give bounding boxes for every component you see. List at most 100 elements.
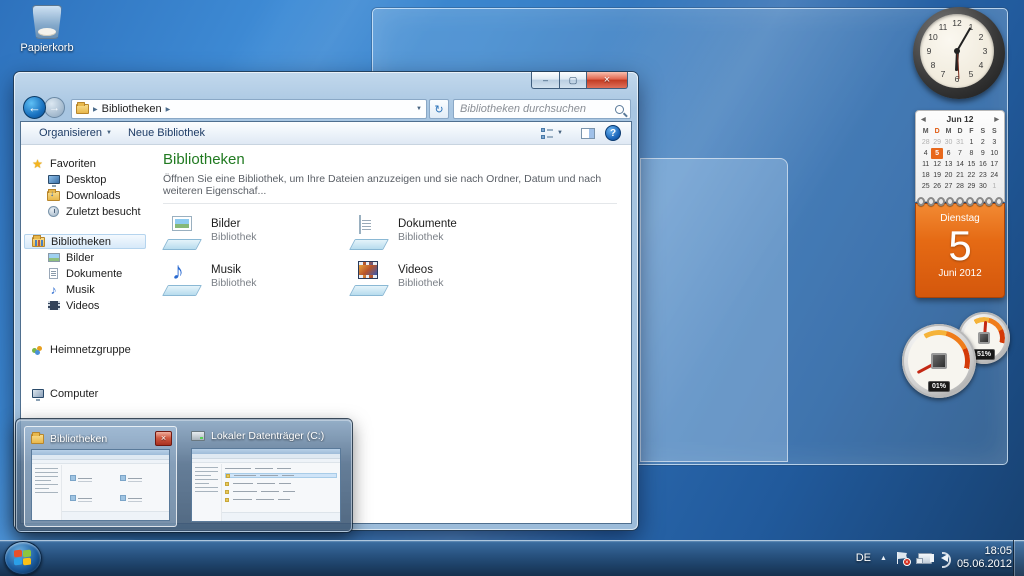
search-input[interactable]: Bibliotheken durchsuchen: [453, 99, 631, 119]
calendar-big-day: 5: [916, 224, 1004, 268]
address-bar[interactable]: ▶ Bibliotheken ▶ ▼: [71, 99, 427, 119]
command-bar-right: ▼ ?: [533, 124, 621, 143]
sidebar-item-heimnetzgruppe[interactable]: Heimnetzgruppe: [21, 342, 149, 357]
windows-logo-icon: [14, 550, 32, 566]
language-indicator[interactable]: DE: [856, 552, 871, 564]
desktop-icon: [47, 174, 60, 186]
calendar-spiral-binding: [917, 197, 1003, 206]
minimize-button[interactable]: –: [531, 72, 559, 89]
sidebar-item-downloads[interactable]: ↓ Downloads: [21, 188, 149, 203]
refresh-icon: ↻: [434, 103, 443, 116]
command-bar: Organisieren ▼ Neue Bibliothek ▼: [21, 122, 631, 145]
library-item-musik[interactable]: ♪ Musik Bibliothek: [163, 262, 350, 298]
cpu-gauge: 01%: [902, 324, 976, 398]
calendar-selected-day: 5: [931, 148, 942, 159]
computer-icon: [31, 388, 44, 400]
sidebar-item-musik[interactable]: ♪ Musik: [21, 282, 149, 297]
calendar-month-view: ◀ Jun 12 ▶ M D M D F S S 28 29 30 31 1 2…: [915, 110, 1005, 202]
tray-time: 18:05: [957, 545, 1012, 558]
music-library-icon: ♪: [163, 262, 203, 296]
sidebar-item-bibliotheken[interactable]: Bibliotheken: [24, 234, 146, 249]
recycle-bin-icon: [32, 5, 62, 39]
organize-button[interactable]: Organisieren ▼: [31, 124, 120, 143]
new-library-button[interactable]: Neue Bibliothek: [120, 124, 213, 143]
back-button[interactable]: ←: [23, 96, 46, 119]
thumbnail-lokaler-datentraeger[interactable]: Lokaler Datenträger (C:): [185, 426, 347, 527]
thumbnail-close-button[interactable]: ×: [155, 431, 172, 446]
system-tray: DE ▲ × 18:05 05.06.2012: [856, 540, 1012, 576]
taskbar-thumbnail-popup: Bibliotheken ×: [16, 419, 352, 532]
close-button[interactable]: ×: [586, 72, 628, 89]
change-view-button[interactable]: ▼: [533, 124, 571, 143]
clock-face: 12 1 2 3 4 5 6 7 8 9 10 11: [920, 14, 994, 88]
cpu-chip-icon: [931, 353, 947, 369]
library-item-bilder[interactable]: Bilder Bibliothek: [163, 216, 350, 252]
downloads-icon: ↓: [47, 190, 60, 202]
help-button[interactable]: ?: [605, 125, 621, 141]
page-title: Bibliotheken: [163, 151, 631, 168]
sidebar-item-bilder[interactable]: Bilder: [21, 250, 149, 265]
library-item-dokumente[interactable]: Dokumente Bibliothek: [350, 216, 537, 252]
show-desktop-button[interactable]: [1013, 540, 1024, 576]
refresh-button[interactable]: ↻: [429, 99, 449, 119]
thumbnail-bibliotheken[interactable]: Bibliotheken ×: [24, 426, 177, 527]
pictures-icon: [47, 252, 60, 264]
library-grid: Bilder Bibliothek Dokumente Bibliothek ♪…: [163, 216, 631, 298]
clock-gadget[interactable]: 12 1 2 3 4 5 6 7 8 9 10 11: [911, 5, 1009, 101]
desktop: Papierkorb – ▢ × ← → ▶ Bibliotheken ▶ ▼ …: [0, 0, 1024, 576]
help-icon: ?: [610, 128, 616, 139]
drive-icon: [191, 431, 205, 441]
documents-icon: [47, 268, 60, 280]
library-folder-icon: [76, 104, 89, 114]
action-center-icon[interactable]: ×: [896, 552, 909, 564]
tray-clock[interactable]: 18:05 05.06.2012: [957, 545, 1012, 571]
preview-pane-button[interactable]: [581, 128, 595, 139]
music-icon: ♪: [47, 284, 60, 296]
sidebar-item-videos[interactable]: Videos: [21, 298, 149, 313]
sidebar-item-dokumente[interactable]: Dokumente: [21, 266, 149, 281]
calendar-day-view: Dienstag 5 Juni 2012: [915, 203, 1005, 298]
dropdown-icon: ▼: [106, 130, 112, 136]
calendar-gadget[interactable]: ◀ Jun 12 ▶ M D M D F S S 28 29 30 31 1 2…: [915, 110, 1005, 298]
star-icon: ★: [31, 158, 44, 170]
thumbnail-preview-image: [191, 448, 341, 522]
sidebar-item-zuletzt-besucht[interactable]: Zuletzt besucht: [21, 204, 149, 219]
calendar-grid: M D M D F S S 28 29 30 31 1 2 3 4 5 6 7 …: [920, 126, 1000, 192]
tray-date: 05.06.2012: [957, 558, 1012, 571]
divider: [163, 203, 617, 204]
homegroup-icon: [31, 344, 44, 356]
library-item-videos[interactable]: Videos Bibliothek: [350, 262, 537, 298]
cpu-usage-label: 01%: [928, 381, 950, 392]
window-controls: – ▢ ×: [531, 72, 628, 89]
address-dropdown-icon[interactable]: ▼: [416, 106, 422, 112]
pictures-library-icon: [163, 216, 203, 250]
videos-icon: [47, 300, 60, 312]
folder-icon: [31, 434, 44, 444]
dropdown-icon: ▼: [557, 130, 563, 136]
recycle-bin[interactable]: Papierkorb: [12, 5, 82, 54]
breadcrumb-arrow-icon: ▶: [166, 106, 171, 113]
show-hidden-icons-button[interactable]: ▲: [880, 555, 887, 562]
start-button[interactable]: [4, 541, 42, 575]
videos-library-icon: [350, 262, 390, 296]
sidebar-item-computer[interactable]: Computer: [21, 386, 149, 401]
volume-icon[interactable]: [941, 554, 948, 562]
forward-arrow-icon: →: [49, 102, 60, 114]
ram-chip-icon: [978, 332, 990, 344]
breadcrumb-path[interactable]: Bibliotheken: [102, 103, 162, 115]
sidebar-item-favoriten[interactable]: ★ Favoriten: [21, 156, 149, 171]
forward-button[interactable]: →: [44, 97, 65, 118]
search-icon: [615, 105, 624, 114]
calendar-prev-icon[interactable]: ◀: [921, 116, 926, 123]
recycle-bin-label: Papierkorb: [12, 42, 82, 54]
thumbnail-preview-image: [31, 449, 170, 521]
cpu-meter-gadget[interactable]: 51% 01%: [900, 310, 1015, 402]
calendar-next-icon[interactable]: ▶: [994, 116, 999, 123]
views-icon: [541, 128, 554, 139]
page-description: Öffnen Sie eine Bibliothek, um Ihre Date…: [163, 173, 631, 197]
search-placeholder: Bibliotheken durchsuchen: [460, 103, 586, 115]
libraries-icon: [32, 236, 45, 248]
back-arrow-icon: ←: [28, 100, 41, 115]
maximize-button[interactable]: ▢: [559, 72, 586, 89]
sidebar-item-desktop[interactable]: Desktop: [21, 172, 149, 187]
